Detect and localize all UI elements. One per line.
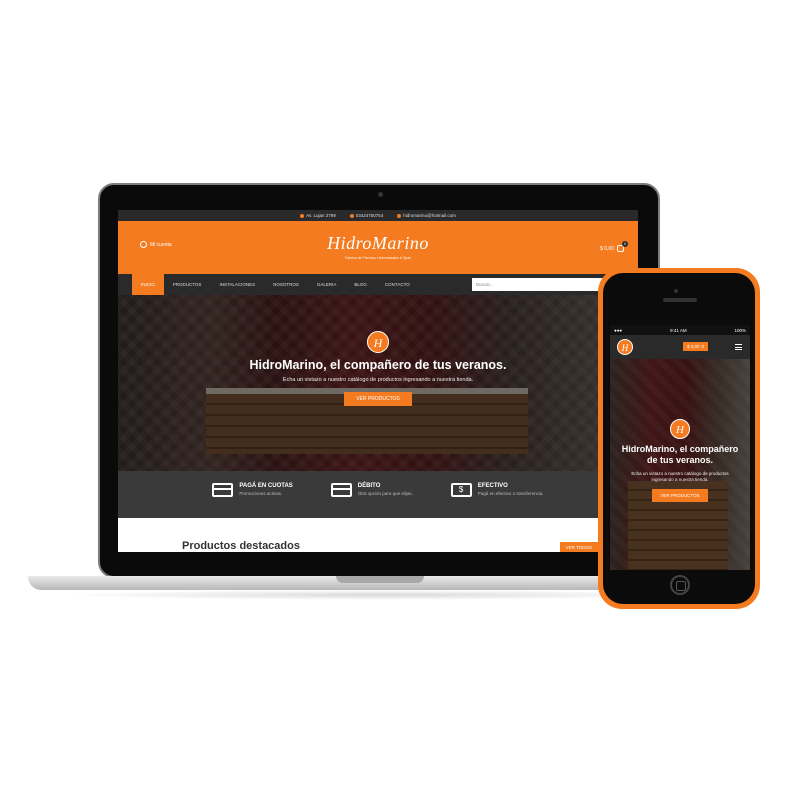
- location-icon: [300, 213, 305, 218]
- cart-count-badge: 0: [622, 241, 628, 247]
- phone-hero-subtitle: Echa un vistazo a nuestro catálogo de pr…: [631, 471, 729, 482]
- feature-desc: Promociones activas.: [239, 491, 283, 496]
- phone-hero: H HidroMarino, el compañero de tus veran…: [610, 359, 750, 570]
- nav-item-contacto[interactable]: CONTACTO: [376, 274, 419, 295]
- search-placeholder: Buscar...: [476, 282, 494, 287]
- feature-debito: DÉBITO Otra opción para que elijas.: [330, 483, 413, 518]
- feature-title: DÉBITO: [357, 483, 381, 489]
- hero-content: H HidroMarino, el compañero de tus veran…: [118, 331, 638, 406]
- featured-products-section: Productos destacados VER TODOS: [118, 518, 638, 552]
- phone-header: H $ 0,00 0: [610, 335, 750, 359]
- phone-camera: [674, 289, 678, 293]
- phone-screen: ●●● 9:41 AM 100% H $ 0,00 0 H HidroMarin…: [610, 325, 750, 570]
- feature-title: PAGÁ EN CUOTAS: [239, 483, 293, 489]
- mail-icon: [397, 213, 402, 218]
- feature-title: EFECTIVO: [477, 483, 508, 489]
- phone-cart-button[interactable]: $ 0,00 0: [683, 342, 709, 351]
- debit-card-icon: [330, 483, 352, 497]
- hero-banner: H HidroMarino, el compañero de tus veran…: [118, 295, 638, 471]
- cart-button[interactable]: $ 0,00 0: [600, 241, 628, 252]
- hamburger-menu-icon[interactable]: [735, 344, 742, 350]
- feature-desc: Pagá en efectivo o transferencia.: [477, 491, 544, 496]
- main-nav: INICIO PRODUCTOS INSTALACIONES NOSOTROS …: [118, 274, 638, 295]
- section-title: Productos destacados: [182, 540, 300, 552]
- hero-subtitle: Echa un vistazo a nuestro catálogo de pr…: [282, 377, 474, 383]
- phone-logo[interactable]: H: [617, 339, 633, 355]
- address-info: Av. Lujan 2799: [300, 213, 336, 218]
- site-logo[interactable]: HidroMarino: [118, 233, 638, 254]
- phone-view-products-button[interactable]: VER PRODUCTOS: [652, 489, 708, 502]
- email-info[interactable]: hidromarino@hotmail.com: [397, 213, 456, 218]
- shopping-bag-icon: 0: [617, 241, 628, 252]
- battery-level: 100%: [734, 327, 746, 333]
- top-info-bar: Av. Lujan 2799 03424750754 hidromarino@h…: [118, 210, 638, 221]
- nav-item-galeria[interactable]: GALERIA: [308, 274, 346, 295]
- phone-cart-total: $ 0,00: [687, 344, 700, 349]
- feature-cuotas: PAGÁ EN CUOTAS Promociones activas.: [212, 483, 293, 518]
- view-products-button[interactable]: VER PRODUCTOS: [344, 392, 412, 406]
- feature-efectivo: EFECTIVO Pagá en efectivo o transferenci…: [450, 483, 544, 518]
- phone-status-bar: ●●● 9:41 AM 100%: [610, 325, 750, 335]
- nav-item-productos[interactable]: PRODUCTOS: [164, 274, 211, 295]
- phone-hero-title: HidroMarino, el compañero de tus veranos…: [621, 444, 739, 465]
- nav-item-instalaciones[interactable]: INSTALACIONES: [210, 274, 264, 295]
- laptop-notch: [336, 576, 424, 583]
- site-tagline: Fábrica de Piscinas, Hidromasajes & Spas: [344, 256, 412, 260]
- cart-total: $ 0,00: [600, 245, 614, 252]
- laptop-camera: [378, 192, 383, 197]
- feature-desc: Otra opción para que elijas.: [357, 491, 413, 496]
- laptop-screen: Av. Lujan 2799 03424750754 hidromarino@h…: [118, 210, 638, 552]
- view-all-button[interactable]: VER TODOS: [559, 542, 598, 552]
- nav-item-inicio[interactable]: INICIO: [132, 274, 164, 295]
- phone-icon: [349, 213, 354, 218]
- phone-hero-content: H HidroMarino, el compañero de tus veran…: [610, 419, 750, 502]
- phone-cart-count: 0: [701, 344, 705, 349]
- phone-brand-badge-icon: H: [670, 419, 690, 439]
- payment-features: PAGÁ EN CUOTAS Promociones activas. DÉBI…: [118, 471, 638, 518]
- nav-item-blog[interactable]: BLOG: [345, 274, 376, 295]
- credit-card-icon: [212, 483, 234, 497]
- signal-icon: ●●●: [614, 327, 623, 333]
- site-header: Mi cuenta HidroMarino Fábrica de Piscina…: [118, 221, 638, 274]
- phone-info[interactable]: 03424750754: [349, 213, 383, 218]
- phone-speaker: [663, 298, 697, 302]
- hero-title: HidroMarino, el compañero de tus veranos…: [249, 358, 507, 372]
- phone-home-button[interactable]: [670, 575, 690, 595]
- status-time: 9:41 AM: [670, 327, 687, 333]
- nav-item-nosotros[interactable]: NOSOTROS: [264, 274, 308, 295]
- cash-icon: [450, 483, 472, 497]
- brand-badge-icon: H: [367, 331, 389, 353]
